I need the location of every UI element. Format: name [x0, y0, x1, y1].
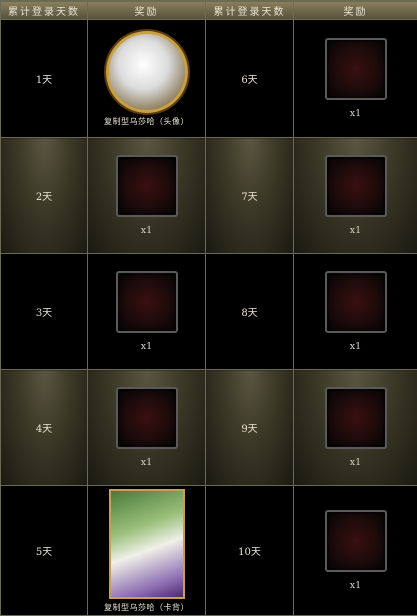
crest-emblem-icon[interactable] — [116, 155, 178, 217]
reward-cell: 复制型乌莎哈（卡背） — [88, 486, 206, 616]
reward-quantity: x1 — [350, 580, 361, 591]
table-row: 1天 复制型乌莎哈（头像） 6天 x1 — [1, 20, 417, 138]
crest-emblem-icon[interactable] — [325, 38, 387, 100]
day-label: 10天 — [206, 486, 294, 616]
header-row: 累计登录天数 奖励 累计登录天数 奖励 — [1, 1, 417, 20]
reward-cell: x1 — [294, 370, 417, 486]
crest-emblem-icon[interactable] — [325, 271, 387, 333]
day-label: 1天 — [1, 20, 88, 138]
day-label: 9天 — [206, 370, 294, 486]
day-label: 3天 — [1, 254, 88, 370]
card-back-icon[interactable] — [109, 489, 185, 599]
table-row: 5天 复制型乌莎哈（卡背） 10天 x1 — [1, 486, 417, 616]
reward-caption: 复制型乌莎哈（头像） — [104, 116, 189, 127]
table-row: 3天 x1 8天 x1 — [1, 254, 417, 370]
day-label: 4天 — [1, 370, 88, 486]
crest-emblem-icon[interactable] — [325, 510, 387, 572]
reward-quantity: x1 — [141, 341, 152, 352]
avatar-portrait-icon[interactable] — [106, 31, 188, 113]
reward-caption: 复制型乌莎哈（卡背） — [104, 602, 189, 613]
header-days-left: 累计登录天数 — [1, 1, 88, 20]
header-days-right: 累计登录天数 — [206, 1, 294, 20]
crest-emblem-icon[interactable] — [116, 271, 178, 333]
reward-quantity: x1 — [350, 341, 361, 352]
reward-cell: x1 — [294, 138, 417, 254]
reward-cell: x1 — [294, 20, 417, 138]
table-row: 2天 x1 7天 x1 — [1, 138, 417, 254]
day-label: 2天 — [1, 138, 88, 254]
day-label: 6天 — [206, 20, 294, 138]
reward-quantity: x1 — [350, 457, 361, 468]
reward-cell: x1 — [88, 138, 206, 254]
day-label: 8天 — [206, 254, 294, 370]
crest-emblem-icon[interactable] — [116, 387, 178, 449]
crest-emblem-icon[interactable] — [325, 155, 387, 217]
login-reward-table: 累计登录天数 奖励 累计登录天数 奖励 1天 复制型乌莎哈（头像） 6天 x1 … — [0, 0, 417, 616]
reward-cell: x1 — [88, 254, 206, 370]
reward-cell: x1 — [294, 486, 417, 616]
reward-quantity: x1 — [350, 108, 361, 119]
table-row: 4天 x1 9天 x1 — [1, 370, 417, 486]
reward-cell: x1 — [88, 370, 206, 486]
reward-quantity: x1 — [141, 457, 152, 468]
header-reward-right: 奖励 — [294, 1, 417, 20]
header-reward-left: 奖励 — [88, 1, 206, 20]
reward-quantity: x1 — [350, 225, 361, 236]
reward-quantity: x1 — [141, 225, 152, 236]
day-label: 5天 — [1, 486, 88, 616]
day-label: 7天 — [206, 138, 294, 254]
reward-cell: 复制型乌莎哈（头像） — [88, 20, 206, 138]
crest-emblem-icon[interactable] — [325, 387, 387, 449]
reward-cell: x1 — [294, 254, 417, 370]
